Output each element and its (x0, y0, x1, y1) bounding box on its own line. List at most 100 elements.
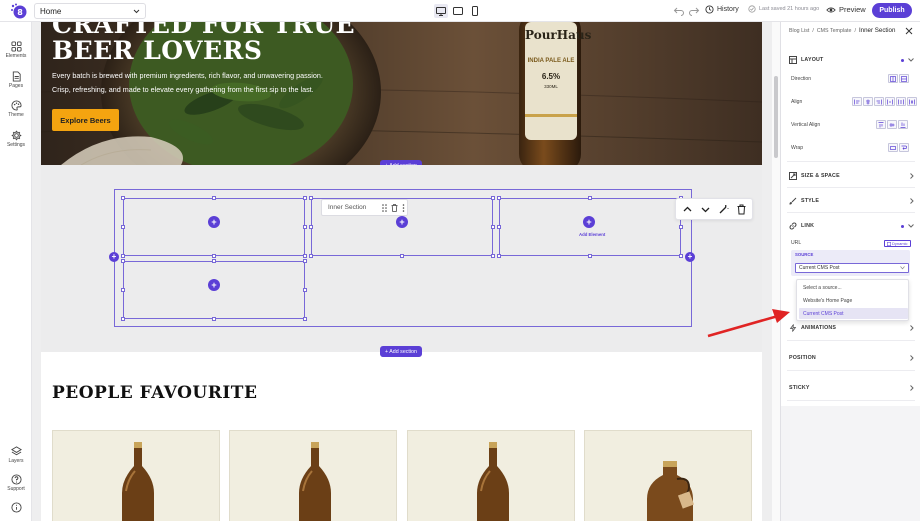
product-card[interactable] (52, 430, 220, 521)
resize-handle[interactable] (491, 254, 495, 258)
rail-item-theme[interactable]: Theme (0, 100, 32, 118)
resize-handle[interactable] (309, 254, 313, 258)
resize-handle[interactable] (303, 317, 307, 321)
add-element-button[interactable]: + (208, 279, 220, 291)
resize-handle[interactable] (588, 196, 592, 200)
vertical-align-option-button[interactable] (887, 120, 897, 129)
product-card[interactable] (229, 430, 397, 521)
source-option[interactable]: Website's Home Page (799, 295, 908, 306)
trash-icon[interactable] (736, 204, 747, 215)
rail-item-settings[interactable]: Settings (0, 130, 32, 148)
wrap-control[interactable] (888, 143, 909, 152)
rail-item-layers[interactable]: Layers (0, 446, 32, 464)
add-element-button[interactable]: + (208, 216, 220, 228)
resize-handle[interactable] (303, 196, 307, 200)
page-select[interactable]: Home (34, 3, 146, 19)
resize-handle[interactable] (303, 225, 307, 229)
resize-handle[interactable] (121, 317, 125, 321)
add-element-button[interactable]: + (396, 216, 408, 228)
app-logo-icon[interactable]: 8 (10, 3, 27, 19)
animations-section-header[interactable]: ANIMATIONS (781, 321, 920, 335)
vertical-align-control[interactable] (876, 120, 908, 129)
resize-handle[interactable] (303, 259, 307, 263)
publish-button[interactable]: Publish (872, 3, 912, 18)
no-wrap-button[interactable] (888, 143, 898, 152)
align-option-button[interactable] (874, 97, 884, 106)
product-card[interactable] (584, 430, 752, 521)
editor-canvas[interactable]: PourHaus INDIA PALE ALE 6.5% 330ML CRAFT… (32, 22, 780, 521)
resize-handle[interactable] (679, 225, 683, 229)
resize-handle[interactable] (121, 196, 125, 200)
breadcrumb-item[interactable]: Blog List (789, 28, 809, 34)
vertical-align-option-button[interactable] (898, 120, 908, 129)
history-button[interactable]: History (705, 5, 739, 14)
align-option-button[interactable] (907, 97, 917, 106)
hero-section[interactable]: PourHaus INDIA PALE ALE 6.5% 330ML CRAFT… (41, 22, 762, 165)
drag-handle-icon[interactable] (382, 203, 388, 212)
add-column-left-button[interactable]: + (109, 252, 119, 262)
align-option-button[interactable] (863, 97, 873, 106)
resize-handle[interactable] (121, 259, 125, 263)
add-section-button[interactable]: + Add section (380, 346, 422, 357)
align-control[interactable] (852, 97, 917, 106)
rail-item-support[interactable]: Support (0, 474, 32, 492)
resize-handle[interactable] (303, 254, 307, 258)
resize-handle[interactable] (400, 254, 404, 258)
preview-button[interactable]: Preview (826, 5, 866, 14)
mobile-view-button[interactable] (468, 4, 482, 18)
magic-wand-icon[interactable] (718, 204, 729, 215)
resize-handle[interactable] (491, 225, 495, 229)
more-options-icon[interactable] (402, 203, 405, 212)
resize-handle[interactable] (303, 288, 307, 292)
scrollbar-thumb[interactable] (774, 76, 778, 158)
source-select[interactable]: Current CMS Post (795, 263, 909, 273)
dynamic-toggle-button[interactable]: Dynamic (884, 240, 911, 247)
style-section-header[interactable]: STYLE (781, 194, 920, 208)
direction-control[interactable] (888, 74, 909, 83)
wrap-button[interactable] (899, 143, 909, 152)
source-option[interactable]: Select a source... (799, 282, 908, 293)
resize-handle[interactable] (212, 317, 216, 321)
layout-section-header[interactable]: LAYOUT (781, 53, 920, 67)
section-toolbar[interactable] (675, 198, 753, 220)
breadcrumb-item[interactable]: CMS Template (817, 28, 852, 34)
resize-handle[interactable] (491, 196, 495, 200)
explore-beers-button[interactable]: Explore Beers (52, 109, 119, 131)
rail-item-pages[interactable]: Pages (0, 71, 32, 89)
resize-handle[interactable] (212, 196, 216, 200)
close-icon[interactable] (905, 27, 913, 35)
resize-handle[interactable] (121, 254, 125, 258)
resize-handle[interactable] (497, 196, 501, 200)
resize-handle[interactable] (212, 254, 216, 258)
direction-column-button[interactable] (899, 74, 909, 83)
sticky-section-header[interactable]: STICKY (781, 381, 920, 395)
add-column-right-button[interactable]: + (685, 252, 695, 262)
resize-handle[interactable] (679, 254, 683, 258)
link-section-header[interactable]: LINK (781, 219, 920, 233)
resize-handle[interactable] (497, 254, 501, 258)
canvas-scrollbar[interactable] (772, 22, 780, 521)
direction-row-button[interactable] (888, 74, 898, 83)
vertical-align-option-button[interactable] (876, 120, 886, 129)
info-button[interactable] (0, 502, 32, 513)
add-element-button[interactable]: + (583, 216, 595, 228)
align-option-button[interactable] (896, 97, 906, 106)
undo-icon[interactable] (673, 5, 685, 17)
trash-icon[interactable] (391, 203, 398, 212)
tablet-view-button[interactable] (451, 4, 465, 18)
resize-handle[interactable] (309, 196, 313, 200)
chevron-up-icon[interactable] (682, 204, 693, 215)
align-option-button[interactable] (885, 97, 895, 106)
redo-icon[interactable] (688, 5, 700, 17)
source-option-selected[interactable]: Current CMS Post (799, 308, 908, 319)
position-section-header[interactable]: POSITION (781, 351, 920, 365)
resize-handle[interactable] (309, 225, 313, 229)
inner-section-toolbar[interactable]: Inner Section (321, 199, 408, 216)
rail-item-elements[interactable]: Elements (0, 41, 32, 59)
resize-handle[interactable] (121, 288, 125, 292)
resize-handle[interactable] (121, 225, 125, 229)
product-card[interactable] (407, 430, 575, 521)
align-option-button[interactable] (852, 97, 862, 106)
resize-handle[interactable] (588, 254, 592, 258)
resize-handle[interactable] (497, 225, 501, 229)
